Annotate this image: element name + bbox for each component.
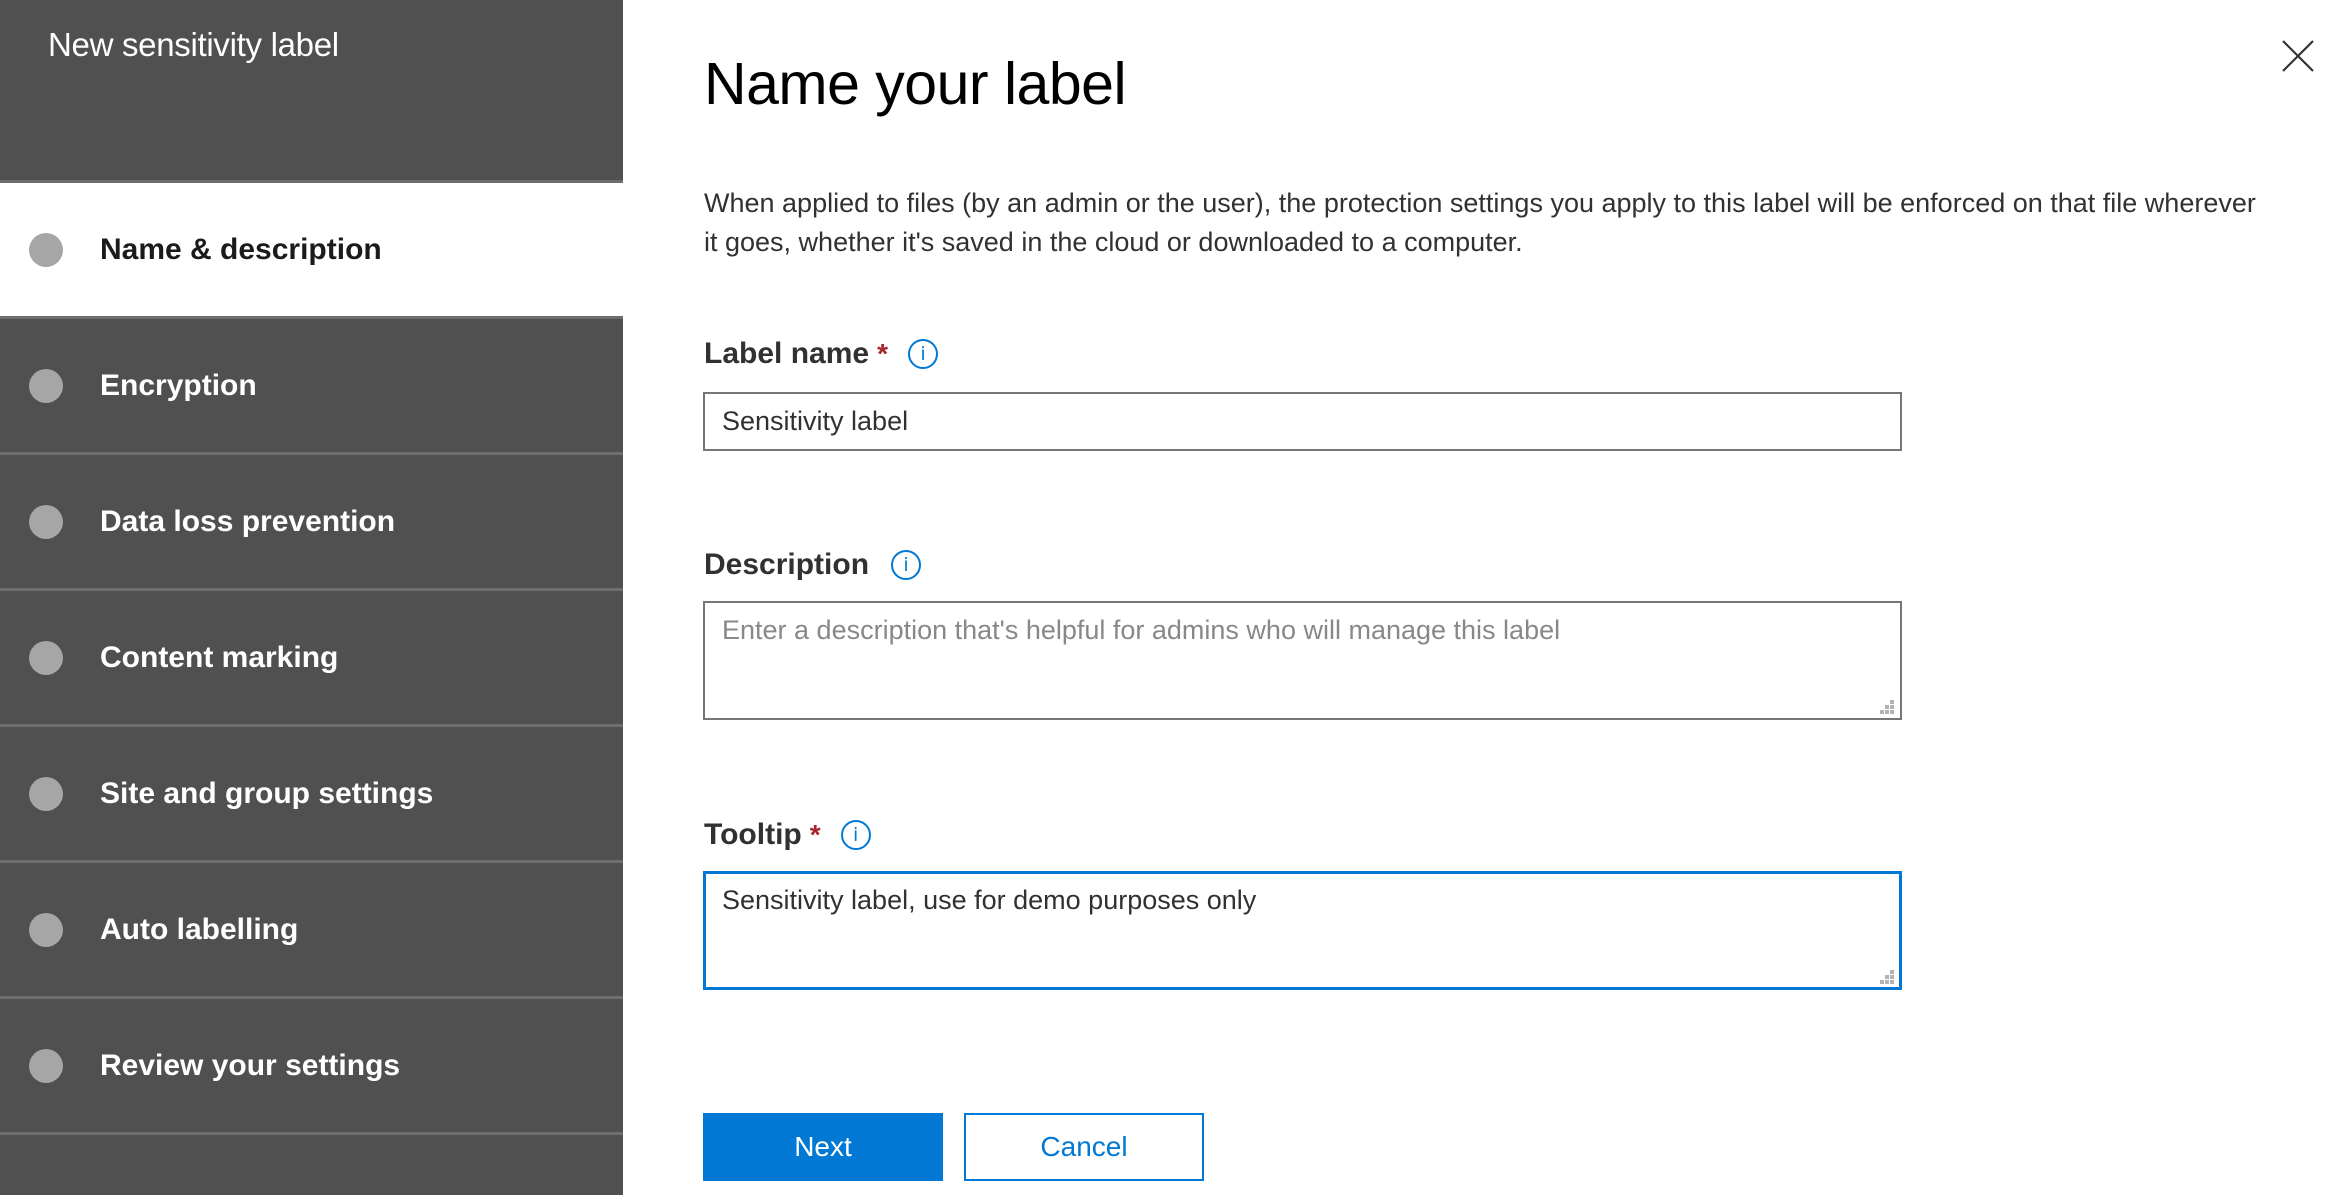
step-status-dot-icon (29, 776, 63, 811)
step-review-settings[interactable]: Review your settings (0, 996, 623, 1132)
step-status-dot-icon (29, 232, 63, 267)
step-status-dot-icon (29, 640, 63, 675)
info-icon[interactable]: i (891, 550, 922, 580)
steps-divider (0, 1132, 623, 1135)
step-status-dot-icon (29, 912, 63, 947)
page-title: Name your label (704, 51, 1127, 117)
next-button[interactable]: Next (703, 1113, 943, 1181)
step-data-loss-prevention[interactable]: Data loss prevention (0, 452, 623, 588)
step-content-marking[interactable]: Content marking (0, 588, 623, 724)
description-field-label: Description i (704, 548, 922, 582)
resize-grip-icon[interactable] (1880, 700, 1894, 714)
tooltip-field-label: Tooltip * i (704, 818, 871, 852)
label-name-input[interactable] (703, 392, 1902, 451)
step-label: Content marking (100, 640, 339, 674)
label-name-field-label: Label name * i (704, 337, 938, 371)
info-icon[interactable]: i (907, 339, 938, 369)
info-icon[interactable]: i (840, 820, 871, 850)
label-name-label-text: Label name (704, 337, 870, 370)
intro-text: When applied to files (by an admin or th… (704, 188, 2256, 257)
sidebar-header: New sensitivity label (0, 0, 623, 180)
panel-title: New sensitivity label (48, 26, 339, 63)
step-label: Encryption (100, 368, 257, 402)
step-auto-labelling[interactable]: Auto labelling (0, 860, 623, 996)
description-textarea[interactable] (703, 601, 1902, 720)
wizard-sidebar: New sensitivity label Name & description… (0, 0, 623, 1195)
step-site-group-settings[interactable]: Site and group settings (0, 724, 623, 860)
resize-grip-icon[interactable] (1880, 970, 1894, 984)
wizard-steps: Name & description Encryption Data loss … (0, 180, 623, 1135)
step-label: Data loss prevention (100, 504, 396, 538)
description-label-text: Description (704, 548, 870, 581)
step-name-description[interactable]: Name & description (0, 180, 623, 316)
step-status-dot-icon (29, 1048, 63, 1083)
step-encryption[interactable]: Encryption (0, 316, 623, 452)
cancel-button[interactable]: Cancel (964, 1113, 1204, 1181)
step-label: Site and group settings (100, 776, 434, 810)
close-button[interactable] (2276, 34, 2320, 78)
tooltip-textarea[interactable] (703, 871, 1902, 990)
step-label: Review your settings (100, 1048, 401, 1082)
required-indicator: * (809, 819, 821, 850)
step-label: Auto labelling (100, 912, 299, 946)
tooltip-label-text: Tooltip (704, 818, 802, 851)
step-label: Name & description (100, 232, 382, 266)
step-status-dot-icon (29, 368, 63, 403)
required-indicator: * (877, 338, 888, 369)
step-status-dot-icon (29, 504, 63, 539)
close-icon (2282, 40, 2314, 72)
